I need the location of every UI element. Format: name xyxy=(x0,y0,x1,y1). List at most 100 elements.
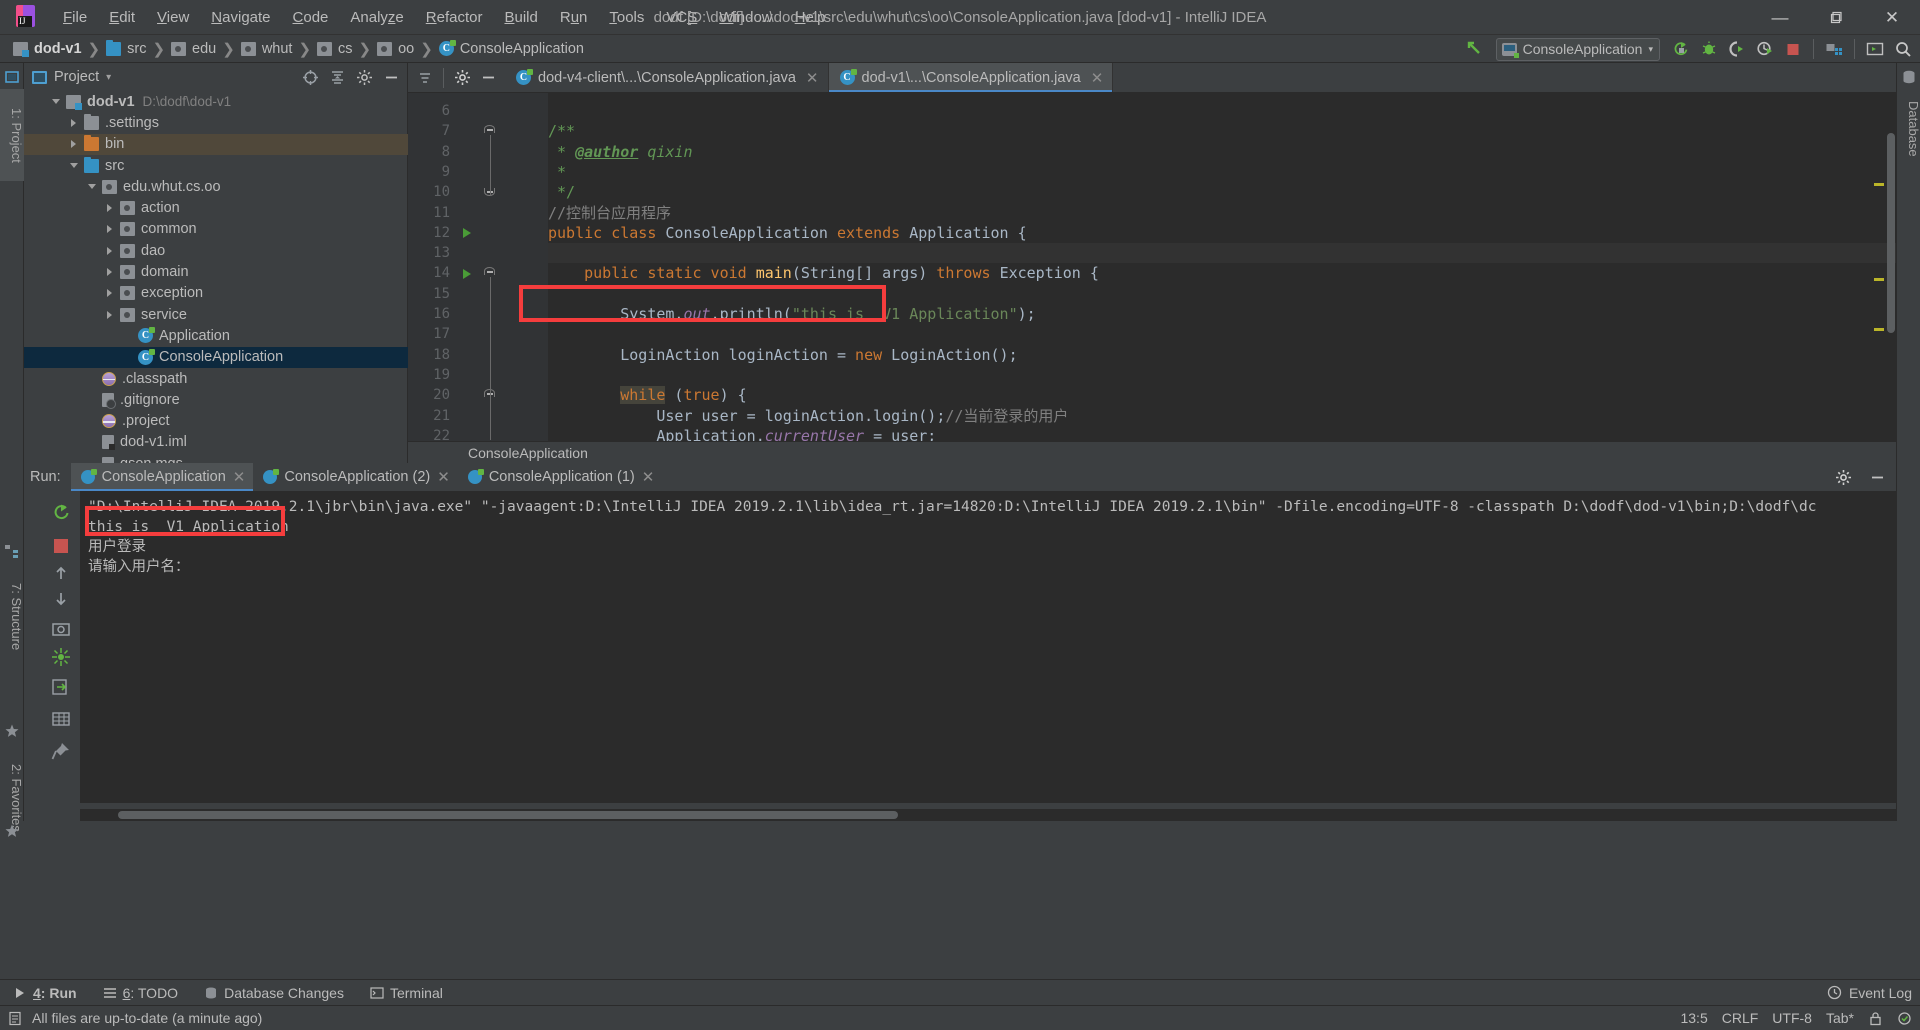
chevron-right-icon[interactable] xyxy=(104,308,117,321)
pin-icon[interactable] xyxy=(51,741,71,761)
profile-icon[interactable] xyxy=(1752,37,1778,61)
project-panel-header[interactable]: Project ▾ xyxy=(24,63,407,91)
tree-node-domain[interactable]: domain xyxy=(24,261,408,282)
breadcrumb-item-consoleapplication[interactable]: C ConsoleApplication xyxy=(436,39,587,59)
minimize-button[interactable]: — xyxy=(1752,0,1808,35)
locate-target-icon[interactable] xyxy=(297,65,323,89)
import-icon[interactable] xyxy=(51,677,71,697)
hide-panel-icon[interactable] xyxy=(475,66,501,90)
menu-item-view[interactable]: View xyxy=(146,5,200,30)
menu-item-window[interactable]: Window xyxy=(708,5,783,30)
breadcrumb-item-cs[interactable]: cs xyxy=(314,39,356,59)
run-icon[interactable] xyxy=(1668,37,1694,61)
run-gutter-icon[interactable] xyxy=(461,223,473,243)
editor-vertical-scrollbar[interactable] xyxy=(1887,133,1895,333)
run-tab-strip[interactable]: Run: ConsoleApplication ✕ ConsoleApplicati… xyxy=(24,463,1896,491)
tree-node-src[interactable]: src xyxy=(24,155,408,176)
breadcrumb-item-dod-v1[interactable]: dod-v1 xyxy=(10,39,85,59)
tree-node-edu-whut-cs-oo[interactable]: edu.whut.cs.oo xyxy=(24,176,408,197)
tree-node-action[interactable]: action xyxy=(24,197,408,218)
window-controls[interactable]: — ✕ xyxy=(1752,0,1920,35)
chevron-down-icon[interactable] xyxy=(68,159,81,172)
console-horizontal-scrollbar[interactable] xyxy=(118,811,898,819)
menu-item-file[interactable]: File xyxy=(52,5,98,30)
line-separator[interactable]: CRLF xyxy=(1722,1010,1759,1026)
bottom-tab-terminal[interactable]: Terminal xyxy=(357,980,456,1006)
maximize-button[interactable] xyxy=(1808,0,1864,35)
error-stripe[interactable] xyxy=(1872,123,1884,463)
breadcrumb-item-whut[interactable]: whut xyxy=(238,39,296,59)
code-line[interactable]: //控制台应用程序 xyxy=(548,203,671,223)
close-button[interactable]: ✕ xyxy=(1864,0,1920,35)
chevron-right-icon[interactable] xyxy=(68,138,81,151)
caret-position[interactable]: 13:5 xyxy=(1680,1010,1707,1026)
close-icon[interactable]: ✕ xyxy=(642,468,655,486)
collapse-all-icon[interactable] xyxy=(324,65,350,89)
database-tool-icon[interactable] xyxy=(1901,69,1917,85)
tree-node-application[interactable]: C Application xyxy=(24,325,408,346)
inspection-icon[interactable] xyxy=(1897,1011,1912,1026)
project-structure-icon[interactable] xyxy=(1821,37,1847,61)
terminal-icon[interactable] xyxy=(1862,37,1888,61)
tree-node-dod-v1-iml[interactable]: dod-v1.iml xyxy=(24,432,408,453)
chevron-right-icon[interactable] xyxy=(104,266,117,279)
tree-node-dao[interactable]: dao xyxy=(24,240,408,261)
run-console-toolbar[interactable] xyxy=(24,491,99,821)
close-icon[interactable]: ✕ xyxy=(1091,69,1104,87)
editor-tab-actions[interactable] xyxy=(408,63,505,92)
tree-node--settings[interactable]: .settings xyxy=(24,112,408,133)
event-log-button[interactable]: Event Log xyxy=(1827,985,1912,1001)
tree-node-dod-v1[interactable]: dod-v1 D:\dodf\dod-v1 xyxy=(24,91,408,112)
chevron-right-icon[interactable] xyxy=(104,223,117,236)
bottom-tab-6-todo[interactable]: 6: TODO xyxy=(90,980,192,1006)
flow-icon[interactable] xyxy=(51,647,71,667)
run-panel-header-actions[interactable] xyxy=(1830,463,1890,491)
chevron-right-icon[interactable] xyxy=(104,244,117,257)
menu-item-navigate[interactable]: Navigate xyxy=(200,5,281,30)
breadcrumb-item-edu[interactable]: edu xyxy=(168,39,219,59)
run-configuration-selector[interactable]: ConsoleApplication ▾ xyxy=(1495,37,1660,61)
stripe-mark[interactable] xyxy=(1874,183,1884,186)
down-arrow-icon[interactable] xyxy=(51,589,71,609)
right-tool-window-strip[interactable]: Database xyxy=(1896,63,1920,821)
stripe-mark[interactable] xyxy=(1874,328,1884,331)
code-line[interactable]: * @author qixin xyxy=(548,142,692,162)
sidebar-item-structure[interactable]: 7: Structure xyxy=(0,563,24,671)
code-line[interactable]: /** xyxy=(548,121,575,141)
tree-node-gson-mgs[interactable]: gson.mgs xyxy=(24,453,408,463)
lock-icon[interactable] xyxy=(1868,1011,1883,1026)
breadcrumb-item-src[interactable]: src xyxy=(103,39,149,59)
editor-gutter[interactable]: 6 7 8 9 10 11 12 13 14 15 16 17 18 19 20 21 22 xyxy=(408,93,548,463)
stop-icon[interactable] xyxy=(1780,37,1806,61)
code-line[interactable]: User user = loginAction.login();//当前登录的用… xyxy=(548,406,1068,426)
code-line[interactable]: while (true) { xyxy=(548,385,747,405)
run-tab-2[interactable]: ConsoleApplication (2) ✕ xyxy=(253,463,457,491)
sort-icon[interactable] xyxy=(412,66,438,90)
tree-node-exception[interactable]: exception xyxy=(24,283,408,304)
debug-icon[interactable] xyxy=(1696,37,1722,61)
chevron-right-icon[interactable] xyxy=(68,116,81,129)
editor-tab-1[interactable]: Cdod-v4-client\...\ConsoleApplication.ja… xyxy=(505,63,829,92)
bottom-tab-4-run[interactable]: 4: Run xyxy=(0,980,90,1006)
stop-icon[interactable] xyxy=(51,536,71,556)
run-tab-1[interactable]: ConsoleApplication ✕ xyxy=(70,463,254,491)
tree-node--gitignore[interactable]: .gitignore xyxy=(24,389,408,410)
menu-item-run[interactable]: Run xyxy=(549,5,599,30)
menu-item-build[interactable]: Build xyxy=(493,5,548,30)
breadcrumb[interactable]: dod-v1 ❯ src ❯ edu ❯ whut ❯ cs ❯ oo ❯ C ConsoleApplic… xyxy=(0,39,587,59)
close-icon[interactable]: ✕ xyxy=(806,69,819,87)
stripe-mark[interactable] xyxy=(1874,278,1884,281)
code-line[interactable]: * xyxy=(548,162,566,182)
screenshot-icon[interactable] xyxy=(51,619,71,639)
tree-node-common[interactable]: common xyxy=(24,219,408,240)
tree-node-bin[interactable]: bin xyxy=(24,133,408,155)
favorites-star-icon[interactable] xyxy=(4,723,20,739)
search-everywhere-icon[interactable] xyxy=(1890,37,1916,61)
menu-item-code[interactable]: Code xyxy=(282,5,340,30)
chevron-down-icon[interactable] xyxy=(86,180,99,193)
menu-bar[interactable]: File Edit View Navigate Code Analyze Refactor B… xyxy=(52,5,837,30)
bottom-tool-window-bar[interactable]: 4: Run 6: TODO Database Changes Terminal Ev… xyxy=(0,979,1920,1005)
left-tool-window-strip[interactable]: 1: Project 7: Structure 2: Favorites xyxy=(0,63,24,837)
menu-item-analyze[interactable]: Analyze xyxy=(339,5,414,30)
bottom-tabs[interactable]: 4: Run 6: TODO Database Changes Terminal xyxy=(0,980,456,1006)
